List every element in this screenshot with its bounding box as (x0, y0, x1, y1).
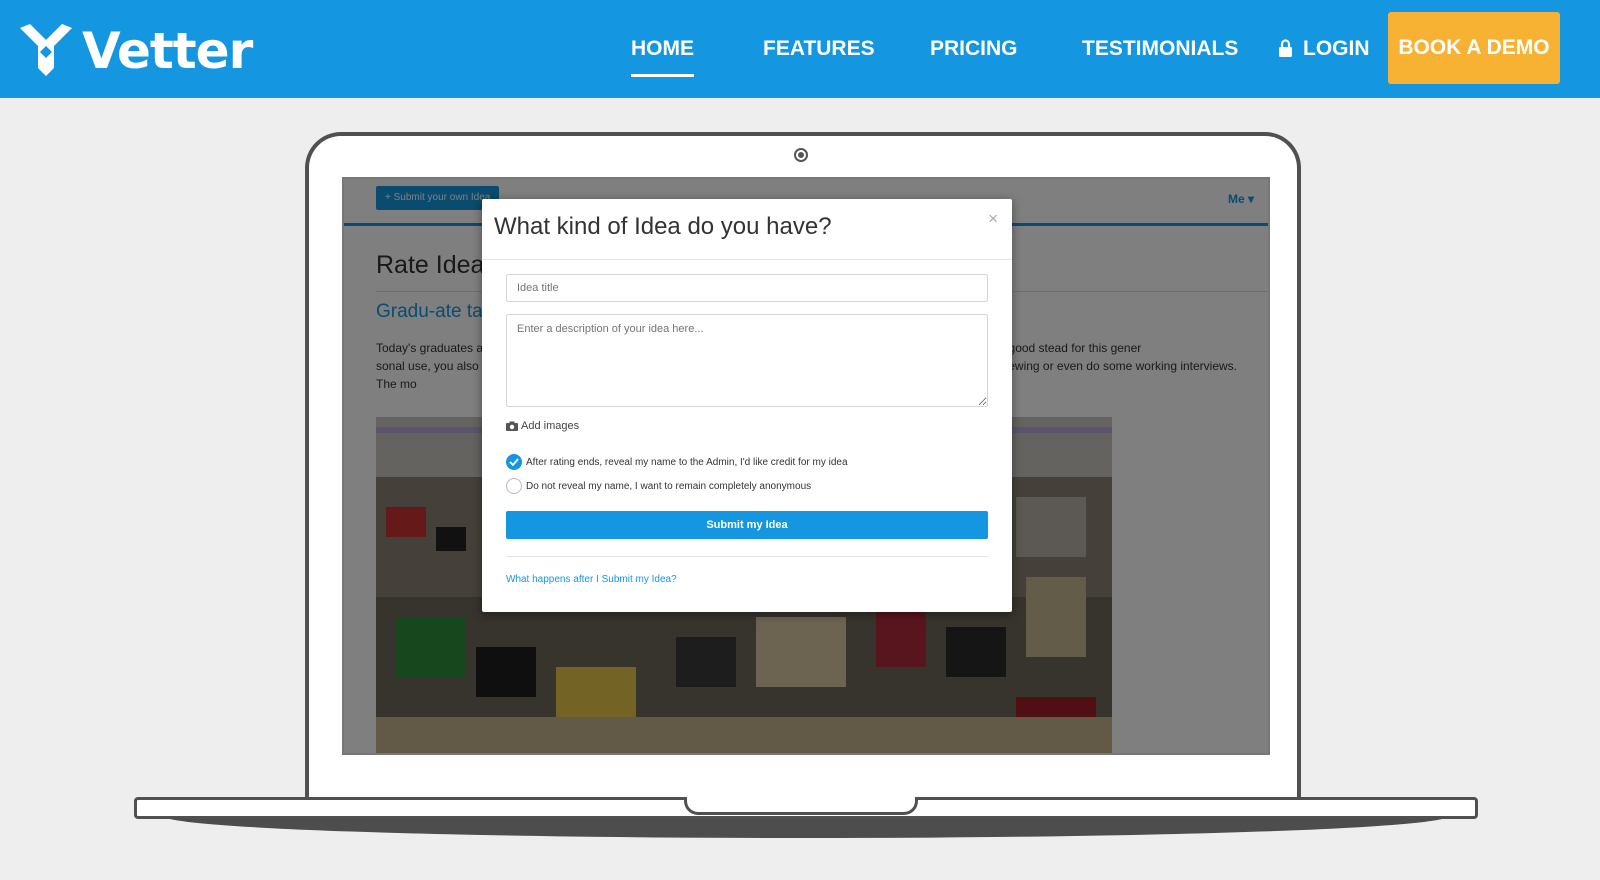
idea-description-input[interactable] (506, 314, 988, 407)
add-images-label: Add images (521, 420, 580, 432)
submit-idea-modal: What kind of Idea do you have? × Add ima… (482, 199, 1012, 612)
anonymous-option[interactable]: Do not reveal my name, I want to remain … (506, 478, 811, 494)
logo-text: Vetter (82, 22, 253, 80)
nav-home[interactable]: HOME (631, 0, 694, 98)
close-icon[interactable]: × (988, 209, 998, 229)
vetter-logo[interactable]: Vetter (16, 22, 253, 80)
divider (506, 556, 988, 557)
top-navigation-bar: Vetter HOME FEATURES PRICING TESTIMONIAL… (0, 0, 1600, 98)
nav-pricing[interactable]: PRICING (930, 0, 1018, 98)
modal-title: What kind of Idea do you have? (494, 213, 832, 240)
reveal-name-label: After rating ends, reveal my name to the… (526, 456, 848, 468)
vetter-logo-icon (20, 24, 72, 76)
radio-checked-icon[interactable] (506, 454, 522, 470)
divider (482, 259, 1012, 260)
nav-pricing-label: PRICING (930, 37, 1018, 60)
laptop-camera-icon (794, 148, 808, 162)
idea-title-input[interactable] (506, 274, 988, 302)
nav-testimonials[interactable]: TESTIMONIALS (1082, 0, 1238, 98)
nav-home-label: HOME (631, 37, 694, 77)
nav-login[interactable]: LOGIN (1278, 0, 1370, 98)
submit-my-idea-button[interactable]: Submit my Idea (506, 511, 988, 539)
nav-features-label: FEATURES (763, 37, 875, 60)
lock-icon (1278, 37, 1293, 61)
anonymous-label: Do not reveal my name, I want to remain … (526, 480, 812, 492)
laptop-notch (684, 797, 918, 815)
radio-unchecked-icon[interactable] (506, 478, 522, 494)
camera-icon (506, 421, 518, 431)
nav-features[interactable]: FEATURES (763, 0, 875, 98)
book-a-demo-button[interactable]: BOOK A DEMO (1388, 12, 1560, 84)
what-happens-link[interactable]: What happens after I Submit my Idea? (506, 574, 677, 585)
nav-testimonials-label: TESTIMONIALS (1082, 37, 1239, 60)
reveal-name-option[interactable]: After rating ends, reveal my name to the… (506, 454, 848, 470)
nav-login-label: LOGIN (1303, 37, 1370, 60)
add-images-button[interactable]: Add images (506, 420, 579, 432)
laptop-base-shadow (164, 816, 1448, 838)
